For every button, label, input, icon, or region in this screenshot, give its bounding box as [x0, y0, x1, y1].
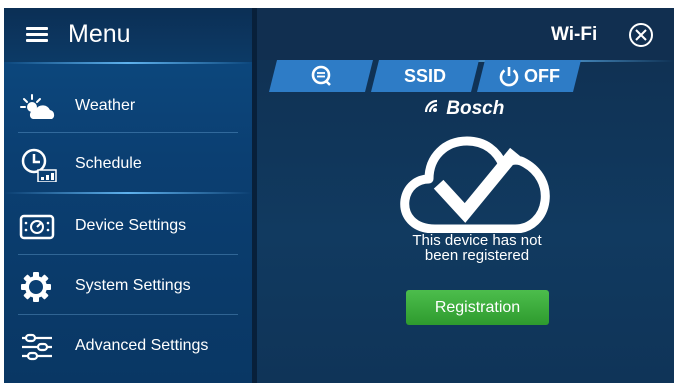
wifi-header: Wi-Fi: [257, 8, 674, 60]
gear-icon: [21, 272, 51, 302]
sidebar-item-label: Device Settings: [75, 217, 187, 234]
hamburger-icon[interactable]: [26, 27, 48, 43]
sidebar-item-label: Weather: [75, 97, 136, 114]
tab-power[interactable]: OFF: [481, 60, 577, 92]
tab-search[interactable]: [273, 60, 369, 92]
sidebar-item-device-settings[interactable]: Device Settings: [4, 198, 252, 254]
sidebar-menu: Menu Weather Schedule Device Settings Sy…: [4, 8, 252, 383]
page-title: Wi-Fi: [551, 24, 598, 45]
item-separator: [18, 132, 238, 133]
power-icon: [499, 67, 519, 87]
menu-title: Menu: [68, 20, 131, 48]
wifi-screen: Menu Weather Schedule Device Settings Sy…: [4, 8, 674, 383]
menu-header[interactable]: Menu: [4, 8, 252, 62]
tab-power-label: OFF: [524, 65, 560, 86]
close-circle-icon[interactable]: [628, 22, 654, 48]
item-separator: [18, 314, 238, 315]
sidebar-item-system-settings[interactable]: System Settings: [4, 258, 252, 314]
tab-ssid[interactable]: SSID: [375, 60, 475, 92]
sidebar-item-label: Advanced Settings: [75, 337, 209, 354]
cloud-check-icon: [400, 136, 550, 233]
sidebar-item-advanced-settings[interactable]: Advanced Settings: [4, 318, 252, 374]
sidebar-item-weather[interactable]: Weather: [4, 78, 252, 134]
device-settings-icon: [19, 214, 55, 240]
sidebar-item-schedule[interactable]: Schedule: [4, 136, 252, 192]
brand-name: Bosch: [446, 98, 505, 119]
weather-icon: [20, 94, 55, 119]
sidebar-item-label: Schedule: [75, 155, 142, 172]
sliders-icon: [22, 333, 52, 361]
registration-status: This device has not been registered: [357, 233, 597, 263]
registration-button[interactable]: Registration: [406, 290, 549, 325]
header-divider: [4, 62, 252, 64]
status-line-1: This device has not: [412, 232, 542, 249]
sidebar-item-label: System Settings: [75, 277, 191, 294]
search-icon: [311, 65, 331, 86]
wifi-signal-icon: [424, 99, 438, 113]
status-line-2: been registered: [424, 247, 530, 264]
item-separator: [18, 254, 238, 255]
item-divider: [4, 192, 252, 194]
tab-ssid-label: SSID: [403, 65, 446, 86]
schedule-icon: [21, 148, 57, 182]
wifi-panel: Wi-Fi SSID OFF Bosch This device has not…: [257, 8, 674, 383]
network-name: Bosch: [423, 98, 504, 120]
